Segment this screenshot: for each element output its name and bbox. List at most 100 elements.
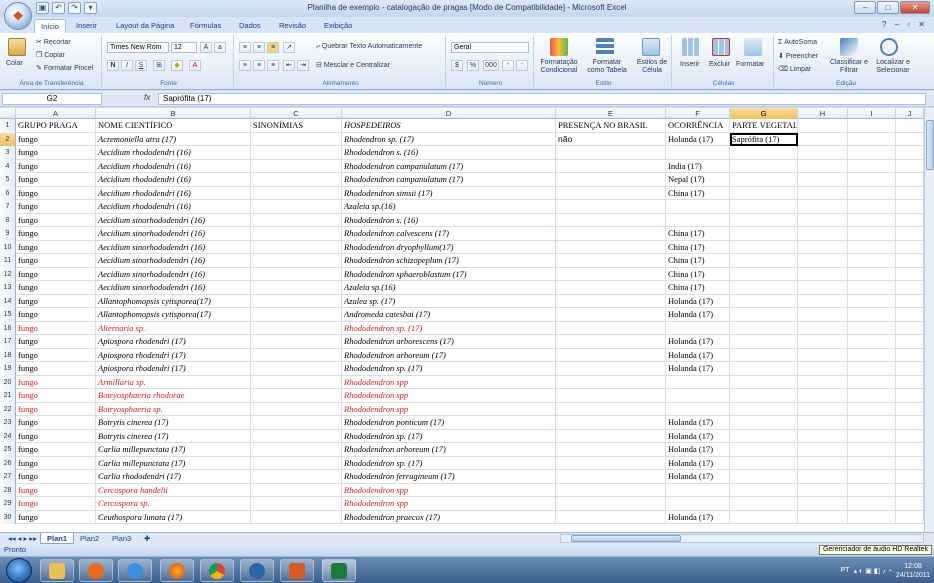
cell-g23[interactable] bbox=[730, 416, 798, 430]
cell-h27[interactable] bbox=[798, 470, 848, 484]
cell-i6[interactable] bbox=[848, 186, 896, 200]
cell-f25[interactable]: Holanda (17) bbox=[666, 443, 730, 457]
paste-button[interactable]: Colar bbox=[6, 60, 23, 67]
cell-f15[interactable]: Holanda (17) bbox=[666, 308, 730, 322]
insert-cells-icon[interactable] bbox=[682, 38, 700, 56]
cell-g21[interactable] bbox=[730, 389, 798, 403]
cell-c12[interactable] bbox=[251, 267, 342, 281]
cell-b11[interactable]: Aecidium sinorhododendri (16) bbox=[96, 254, 251, 268]
column-header-f[interactable]: F bbox=[666, 108, 730, 119]
cell-e16[interactable] bbox=[556, 321, 666, 335]
shrink-font-icon[interactable]: a bbox=[214, 42, 226, 53]
cell-j16[interactable] bbox=[896, 321, 924, 335]
cell-d27[interactable]: Rhododendron ferrugineum (17) bbox=[342, 470, 556, 484]
cell-h11[interactable] bbox=[798, 254, 848, 268]
cell-j14[interactable] bbox=[896, 294, 924, 308]
cell-c15[interactable] bbox=[251, 308, 342, 322]
cell-i18[interactable] bbox=[848, 348, 896, 362]
cell-i5[interactable] bbox=[848, 173, 896, 187]
tab-revisao[interactable]: Revisão bbox=[273, 19, 312, 33]
cell-e2[interactable]: não bbox=[556, 132, 666, 146]
cell-b1[interactable]: NOME CIENTÍFICO bbox=[96, 119, 251, 133]
cell-h16[interactable] bbox=[798, 321, 848, 335]
tab-inserir[interactable]: Inserir bbox=[70, 19, 103, 33]
taskbar-chrome[interactable] bbox=[200, 559, 234, 582]
cell-b10[interactable]: Aecidium sinorhododendri (16) bbox=[96, 240, 251, 254]
cell-a4[interactable]: fungo bbox=[16, 159, 96, 173]
cell-h6[interactable] bbox=[798, 186, 848, 200]
cell-e28[interactable] bbox=[556, 483, 666, 497]
cell-b2[interactable]: Acremoniella atra (17) bbox=[96, 132, 251, 146]
increase-indent-icon[interactable]: ⇥ bbox=[297, 60, 309, 71]
cell-h17[interactable] bbox=[798, 335, 848, 349]
row-header[interactable]: 9 bbox=[0, 227, 16, 241]
font-size-select[interactable]: 12 bbox=[171, 42, 197, 53]
cell-d20[interactable]: Rhododendron spp bbox=[342, 375, 556, 389]
clock[interactable]: 12:08 24/11/2011 bbox=[896, 562, 930, 580]
cell-i7[interactable] bbox=[848, 200, 896, 214]
cell-a24[interactable]: fungo bbox=[16, 429, 96, 443]
cell-e6[interactable] bbox=[556, 186, 666, 200]
cell-g25[interactable] bbox=[730, 443, 798, 457]
cell-g2[interactable]: Saprófita (17) bbox=[730, 132, 798, 146]
cell-i17[interactable] bbox=[848, 335, 896, 349]
cell-i26[interactable] bbox=[848, 456, 896, 470]
row-header[interactable]: 24 bbox=[0, 429, 16, 443]
cell-e5[interactable] bbox=[556, 173, 666, 187]
cell-i1[interactable] bbox=[848, 119, 896, 133]
cell-g27[interactable] bbox=[730, 470, 798, 484]
cell-a13[interactable]: fungo bbox=[16, 281, 96, 295]
cell-j1[interactable] bbox=[896, 119, 924, 133]
cell-b21[interactable]: Botryosphaeria rhodorae bbox=[96, 389, 251, 403]
underline-button[interactable]: S bbox=[135, 60, 147, 71]
column-header-d[interactable]: D bbox=[342, 108, 556, 119]
cell-d12[interactable]: Rhododendron sphaeroblastum (17) bbox=[342, 267, 556, 281]
cell-e11[interactable] bbox=[556, 254, 666, 268]
cell-f9[interactable]: China (17) bbox=[666, 227, 730, 241]
cell-b20[interactable]: Armillaria sp. bbox=[96, 375, 251, 389]
cell-c2[interactable] bbox=[251, 132, 342, 146]
cell-e10[interactable] bbox=[556, 240, 666, 254]
cell-c11[interactable] bbox=[251, 254, 342, 268]
cell-a9[interactable]: fungo bbox=[16, 227, 96, 241]
cell-d11[interactable]: Rhododendron schizopeplum (17) bbox=[342, 254, 556, 268]
cell-f30[interactable]: Holanda (17) bbox=[666, 510, 730, 524]
cell-h15[interactable] bbox=[798, 308, 848, 322]
insert-function-icon[interactable]: fx bbox=[144, 93, 150, 102]
cell-g29[interactable] bbox=[730, 497, 798, 511]
cell-b27[interactable]: Carlia rhododendri (17) bbox=[96, 470, 251, 484]
cell-j13[interactable] bbox=[896, 281, 924, 295]
cell-g19[interactable] bbox=[730, 362, 798, 376]
cell-g14[interactable] bbox=[730, 294, 798, 308]
conditional-format-icon[interactable] bbox=[550, 38, 568, 56]
cell-c21[interactable] bbox=[251, 389, 342, 403]
cell-f3[interactable] bbox=[666, 146, 730, 160]
cell-a21[interactable]: fungo bbox=[16, 389, 96, 403]
cell-c14[interactable] bbox=[251, 294, 342, 308]
cell-e25[interactable] bbox=[556, 443, 666, 457]
column-header-g[interactable]: G bbox=[730, 108, 798, 119]
minimize-button[interactable]: – bbox=[854, 1, 876, 14]
cell-i23[interactable] bbox=[848, 416, 896, 430]
column-header-a[interactable]: A bbox=[16, 108, 96, 119]
cell-e15[interactable] bbox=[556, 308, 666, 322]
row-header[interactable]: 10 bbox=[0, 240, 16, 254]
cell-d5[interactable]: Rhododendron campanulatum (17) bbox=[342, 173, 556, 187]
row-header[interactable]: 22 bbox=[0, 402, 16, 416]
cell-b19[interactable]: Apiospora rhodendri (17) bbox=[96, 362, 251, 376]
cell-h20[interactable] bbox=[798, 375, 848, 389]
cell-f28[interactable] bbox=[666, 483, 730, 497]
cell-g26[interactable] bbox=[730, 456, 798, 470]
cell-b22[interactable]: Botryosphaeria sp. bbox=[96, 402, 251, 416]
cell-b29[interactable]: Cercospora sp. bbox=[96, 497, 251, 511]
close-button[interactable]: ✕ bbox=[900, 1, 930, 14]
row-header[interactable]: 23 bbox=[0, 416, 16, 430]
cell-c17[interactable] bbox=[251, 335, 342, 349]
cell-f21[interactable] bbox=[666, 389, 730, 403]
cell-e18[interactable] bbox=[556, 348, 666, 362]
cell-i24[interactable] bbox=[848, 429, 896, 443]
cell-e4[interactable] bbox=[556, 159, 666, 173]
cell-h24[interactable] bbox=[798, 429, 848, 443]
row-header[interactable]: 25 bbox=[0, 443, 16, 457]
borders-icon[interactable]: ⊞ bbox=[153, 60, 165, 71]
